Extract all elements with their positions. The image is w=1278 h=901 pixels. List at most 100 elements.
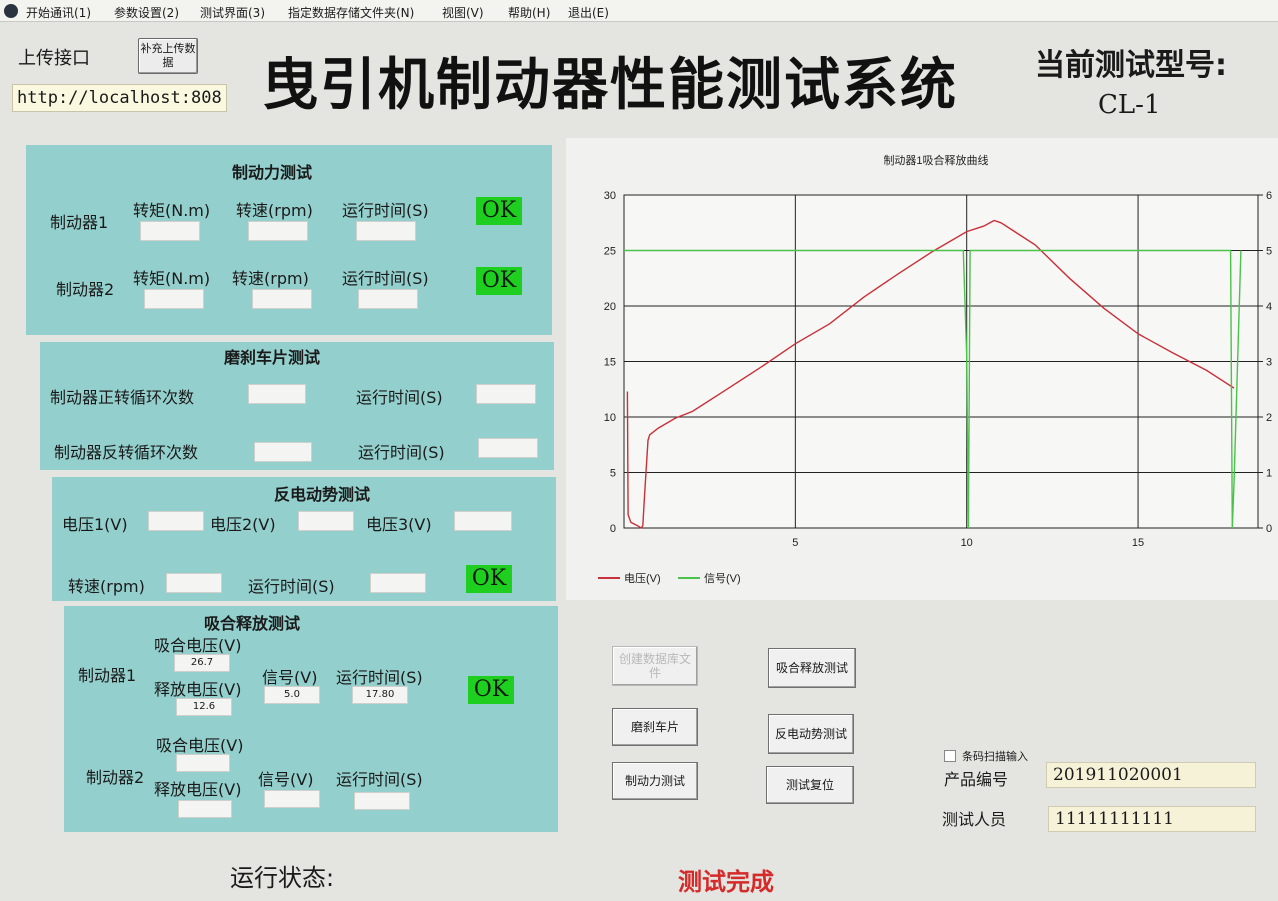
- emf-runtime-field[interactable]: [370, 573, 426, 593]
- brake2-speed-field[interactable]: [252, 289, 312, 309]
- brake1-runtime-field[interactable]: [356, 221, 416, 241]
- pr-signal-label-2: 信号(V): [258, 770, 314, 789]
- brake2-signal-field[interactable]: [264, 790, 320, 808]
- pull-release-panel: 吸合释放测试 制动器1 吸合电压(V) 26.7 释放电压(V) 12.6 信号…: [64, 606, 558, 832]
- menu-help[interactable]: 帮助(H): [508, 4, 550, 21]
- tester-label: 测试人员: [942, 810, 1007, 829]
- torque-label: 转矩(N.m): [133, 201, 211, 220]
- pr-brake1-ok-indicator: OK: [468, 676, 514, 704]
- pr-release-voltage-label: 释放电压(V): [154, 680, 242, 699]
- pr-runtime-label-2: 运行时间(S): [336, 770, 423, 789]
- page-title: 曳引机制动器性能测试系统: [262, 53, 958, 118]
- barcode-checkbox[interactable]: [944, 750, 956, 762]
- back-emf-test-button[interactable]: 反电动势测试: [768, 714, 854, 754]
- pull-release-test-button[interactable]: 吸合释放测试: [768, 648, 856, 688]
- forward-cycles-field[interactable]: [248, 384, 306, 404]
- reverse-cycles-field[interactable]: [254, 442, 312, 462]
- pull-release-title: 吸合释放测试: [204, 614, 301, 633]
- reverse-runtime-field[interactable]: [478, 438, 538, 458]
- voltage3-label: 电压3(V): [366, 515, 432, 534]
- x-tick-label: 10: [961, 537, 973, 549]
- pull-release-chart: 制动器1吸合释放曲线 0 5 10 15 20 25 30 0 1 2 3 4 5 6 5 10 15 电压(V…: [598, 153, 1272, 585]
- y2-tick-label: 0: [1266, 523, 1272, 535]
- forward-runtime-field[interactable]: [476, 384, 536, 404]
- x-tick-label: 5: [792, 537, 798, 549]
- create-db-file-button[interactable]: 创建数据库文件: [612, 646, 698, 686]
- runtime-label: 运行时间(S): [342, 201, 429, 220]
- braking-test-panel: 制动力测试 制动器1 转矩(N.m) 转速(rpm) 运行时间(S) OK 制动…: [26, 145, 552, 335]
- forward-runtime-label: 运行时间(S): [356, 388, 443, 407]
- emf-ok-indicator: OK: [466, 565, 512, 593]
- pr-brake2-label: 制动器2: [86, 768, 145, 787]
- current-model-value: CL-1: [1098, 90, 1161, 120]
- menu-exit[interactable]: 退出(E): [568, 4, 609, 21]
- forward-cycles-label: 制动器正转循环次数: [50, 388, 195, 407]
- y2-tick-label: 6: [1266, 190, 1272, 202]
- brake2-runtime-field[interactable]: [358, 289, 418, 309]
- menu-view[interactable]: 视图(V): [442, 4, 484, 21]
- pad-test-panel: 磨刹车片测试 制动器正转循环次数 运行时间(S) 制动器反转循环次数 运行时间(…: [40, 342, 554, 470]
- grind-pad-button[interactable]: 磨刹车片: [612, 708, 698, 746]
- y2-tick-label: 5: [1266, 246, 1272, 258]
- y-tick-label: 20: [604, 301, 616, 313]
- upload-url-input[interactable]: http://localhost:808: [12, 84, 227, 112]
- brake1-signal-field[interactable]: 5.0: [264, 686, 320, 704]
- product-no-input[interactable]: 201911020001: [1046, 762, 1256, 788]
- brake1-torque-field[interactable]: [140, 221, 200, 241]
- supplement-upload-button[interactable]: 补充上传数据: [138, 38, 198, 74]
- menu-param-settings[interactable]: 参数设置(2): [114, 4, 179, 21]
- legend-label: 电压(V): [624, 572, 661, 585]
- voltage1-label: 电压1(V): [62, 515, 128, 534]
- brake2-torque-field[interactable]: [144, 289, 204, 309]
- brake2-release-voltage-field[interactable]: [178, 800, 232, 818]
- y-tick-label: 15: [604, 357, 616, 369]
- menu-test-ui[interactable]: 测试界面(3): [200, 4, 265, 21]
- app-icon: [4, 4, 18, 18]
- speed-label: 转速(rpm): [236, 201, 313, 220]
- emf-test-title: 反电动势测试: [274, 485, 371, 504]
- brake1-pull-voltage-field[interactable]: 26.7: [174, 654, 230, 672]
- speed-label-2: 转速(rpm): [232, 269, 309, 288]
- voltage2-field[interactable]: [298, 511, 354, 531]
- brake1-release-voltage-field[interactable]: 12.6: [176, 698, 232, 716]
- menu-data-folder[interactable]: 指定数据存储文件夹(N): [288, 4, 414, 21]
- pr-signal-label: 信号(V): [262, 668, 318, 687]
- emf-speed-label: 转速(rpm): [68, 577, 145, 596]
- brake2-pull-voltage-field[interactable]: [176, 754, 230, 772]
- brake2-ok-indicator: OK: [476, 267, 522, 295]
- reverse-runtime-label: 运行时间(S): [358, 443, 445, 462]
- braking-test-title: 制动力测试: [232, 163, 313, 182]
- chart-title: 制动器1吸合释放曲线: [883, 153, 988, 167]
- emf-runtime-label: 运行时间(S): [248, 577, 335, 596]
- brake2-runtime-field[interactable]: [354, 792, 410, 810]
- pr-release-voltage-label-2: 释放电压(V): [154, 780, 242, 799]
- brake1-runtime-field[interactable]: 17.80: [352, 686, 408, 704]
- run-status-label: 运行状态:: [230, 864, 335, 892]
- pr-runtime-label: 运行时间(S): [336, 668, 423, 687]
- brake1-speed-field[interactable]: [248, 221, 308, 241]
- tester-input[interactable]: 11111111111: [1048, 806, 1256, 832]
- voltage3-field[interactable]: [454, 511, 512, 531]
- pad-test-title: 磨刹车片测试: [224, 348, 321, 367]
- pr-pull-voltage-label-2: 吸合电压(V): [156, 736, 244, 755]
- curve-chart-panel: 制动器1吸合释放曲线 0 5 10 15 20 25 30 0 1 2 3 4 5 6 5 10 15 电压(V…: [566, 138, 1278, 600]
- y2-tick-label: 4: [1266, 301, 1272, 313]
- voltage1-field[interactable]: [148, 511, 204, 531]
- menu-start-comm[interactable]: 开始通讯(1): [26, 4, 91, 21]
- emf-speed-field[interactable]: [166, 573, 222, 593]
- upload-interface-label: 上传接口: [18, 48, 90, 69]
- brake1-label: 制动器1: [50, 213, 109, 232]
- current-model-label: 当前测试型号:: [1035, 48, 1227, 83]
- torque-label-2: 转矩(N.m): [133, 269, 211, 288]
- test-reset-button[interactable]: 测试复位: [766, 766, 854, 804]
- y-tick-label: 25: [604, 246, 616, 258]
- y2-tick-label: 3: [1266, 357, 1272, 369]
- braking-force-test-button[interactable]: 制动力测试: [612, 762, 698, 800]
- brake2-label: 制动器2: [56, 280, 115, 299]
- y-tick-label: 10: [604, 412, 616, 424]
- y-tick-label: 30: [604, 190, 616, 202]
- legend-label: 信号(V): [704, 572, 741, 585]
- y2-tick-label: 2: [1266, 412, 1272, 424]
- barcode-label: 条码扫描输入: [962, 750, 1028, 763]
- brake1-ok-indicator: OK: [476, 197, 522, 225]
